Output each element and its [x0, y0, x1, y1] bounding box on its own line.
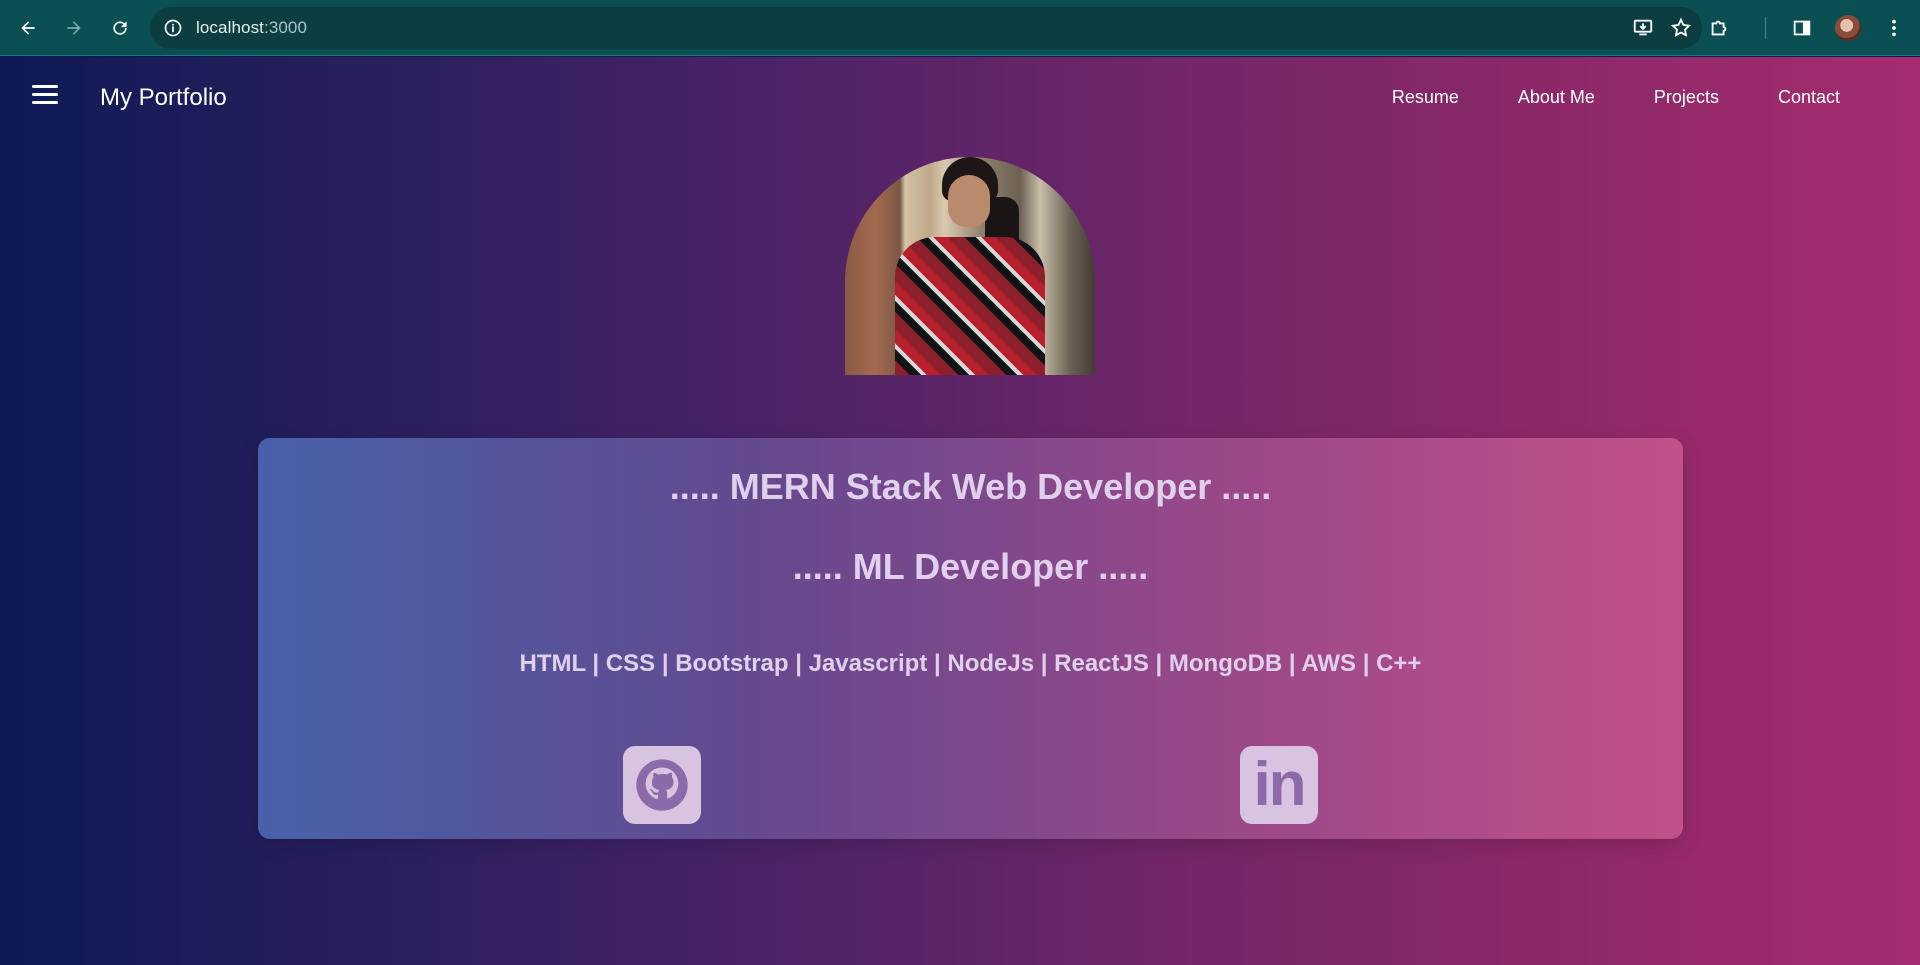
skills-list: HTML | CSS | Bootstrap | Javascript | No… [519, 650, 1422, 677]
side-panel-icon [1793, 20, 1811, 36]
url-host: localhost [196, 18, 264, 37]
avatar [1835, 15, 1861, 41]
forward-button[interactable] [54, 8, 94, 48]
linkedin-link[interactable]: in [1240, 746, 1318, 824]
nav-link-resume[interactable]: Resume [1392, 87, 1459, 108]
top-navbar: My Portfolio Resume About Me Projects Co… [0, 57, 1920, 139]
reload-icon [113, 20, 127, 35]
site-info-icon[interactable] [162, 17, 184, 39]
install-app-icon[interactable] [1632, 17, 1654, 39]
bookmark-star-icon[interactable] [1670, 17, 1692, 39]
arrow-left-icon [21, 20, 35, 35]
headline-ml: ..... ML Developer ..... [792, 546, 1149, 587]
headline-mern: ..... MERN Stack Web Developer ..... [669, 466, 1272, 507]
extensions-button[interactable] [1699, 8, 1739, 48]
toolbar-divider [1765, 17, 1766, 39]
url-port: :3000 [264, 18, 308, 37]
kebab-menu-icon [1892, 19, 1896, 37]
intro-card: ..... MERN Stack Web Developer ..... ...… [258, 438, 1683, 839]
hamburger-menu-icon[interactable] [32, 85, 58, 107]
back-button[interactable] [8, 8, 48, 48]
side-panel-button[interactable] [1782, 8, 1822, 48]
arrow-right-icon [67, 20, 81, 35]
menu-button[interactable] [1874, 8, 1914, 48]
reload-button[interactable] [100, 8, 140, 48]
profile-photo [845, 157, 1095, 375]
nav-link-about-me[interactable]: About Me [1518, 87, 1595, 108]
linkedin-icon: in [1253, 750, 1306, 819]
nav-link-projects[interactable]: Projects [1654, 87, 1719, 108]
browser-toolbar: localhost:3000 [0, 0, 1920, 56]
nav-links: Resume About Me Projects Contact [1333, 87, 1840, 108]
github-link[interactable] [623, 746, 701, 824]
profile-button[interactable] [1828, 8, 1868, 48]
github-icon [636, 759, 688, 811]
address-bar[interactable]: localhost:3000 [150, 7, 1702, 49]
puzzle-icon [1711, 20, 1727, 36]
nav-link-contact[interactable]: Contact [1778, 87, 1840, 108]
brand-title[interactable]: My Portfolio [100, 84, 227, 112]
url-text[interactable]: localhost:3000 [196, 18, 307, 38]
portfolio-page: My Portfolio Resume About Me Projects Co… [0, 57, 1920, 965]
